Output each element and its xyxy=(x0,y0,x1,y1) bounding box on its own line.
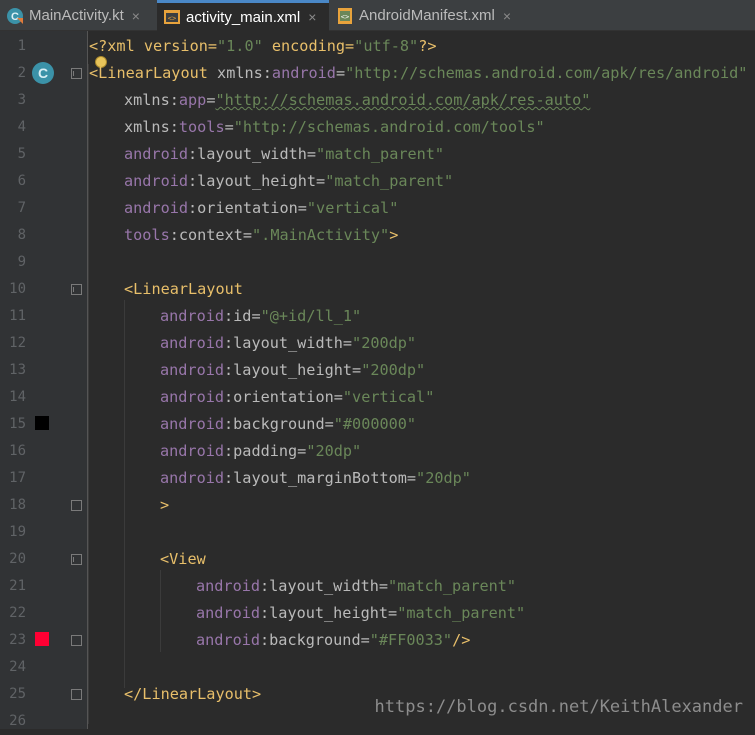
svg-text:<>: <> xyxy=(341,13,349,21)
code-line-4: xmlns:tools="http://schemas.android.com/… xyxy=(124,118,545,136)
line-number: 25 xyxy=(9,686,26,702)
tab-label: activity_main.xml xyxy=(186,8,301,26)
line-number: 16 xyxy=(9,443,26,459)
line-number: 14 xyxy=(9,389,26,405)
close-icon[interactable]: × xyxy=(308,9,316,25)
line-number: 24 xyxy=(9,659,26,675)
line-number: 11 xyxy=(9,308,26,324)
close-icon[interactable]: × xyxy=(503,8,511,24)
line-number: 7 xyxy=(17,200,26,216)
manifest-icon: <> xyxy=(336,7,354,25)
code-line-21: android:layout_width="match_parent" xyxy=(196,577,517,595)
watermark-text: https://blog.csdn.net/KeithAlexander xyxy=(374,697,743,717)
close-icon[interactable]: × xyxy=(132,8,140,24)
fold-toggle-icon[interactable] xyxy=(71,68,82,79)
line-number: 5 xyxy=(17,146,26,162)
indent-guide xyxy=(160,570,161,652)
editor-tab-bar: C MainActivity.kt × <> activity_main.xml… xyxy=(0,0,755,31)
indent-guide xyxy=(124,300,125,688)
fold-toggle-icon[interactable] xyxy=(71,284,82,295)
code-line-14: android:orientation="vertical" xyxy=(160,388,435,406)
layout-xml-icon: <> xyxy=(163,8,181,26)
indent-guide xyxy=(88,64,89,724)
color-swatch-red[interactable] xyxy=(35,632,49,646)
editor-gutter: 1 2 3 4 5 6 7 8 9 10 11 12 13 14 15 16 1… xyxy=(0,31,88,729)
line-number: 10 xyxy=(9,281,26,297)
code-line-13: android:layout_height="200dp" xyxy=(160,361,426,379)
code-line-17: android:layout_marginBottom="20dp" xyxy=(160,469,471,487)
code-line-16: android:padding="20dp" xyxy=(160,442,362,460)
line-number: 22 xyxy=(9,605,26,621)
fold-end-icon[interactable] xyxy=(71,689,82,700)
code-line-25: </LinearLayout> xyxy=(124,685,262,703)
code-line-20: <View xyxy=(160,550,206,568)
code-line-8: tools:context=".MainActivity"> xyxy=(124,226,399,244)
svg-text:<>: <> xyxy=(168,15,176,23)
line-number: 9 xyxy=(17,254,26,270)
line-number: 19 xyxy=(9,524,26,540)
code-line-18: > xyxy=(160,496,170,514)
code-line-3: xmlns:app="http://schemas.android.com/ap… xyxy=(124,91,591,109)
tab-mainactivity-kt[interactable]: C MainActivity.kt × xyxy=(0,0,156,31)
fold-toggle-icon[interactable] xyxy=(71,554,82,565)
line-number: 6 xyxy=(17,173,26,189)
line-number: 4 xyxy=(17,119,26,135)
line-number: 20 xyxy=(9,551,26,567)
line-number: 17 xyxy=(9,470,26,486)
kotlin-class-icon: C xyxy=(6,7,24,25)
code-line-2: <LinearLayout xmlns:android="http://sche… xyxy=(89,64,748,82)
color-swatch-black[interactable] xyxy=(35,416,49,430)
line-number: 18 xyxy=(9,497,26,513)
line-number: 12 xyxy=(9,335,26,351)
tab-androidmanifest-xml[interactable]: <> AndroidManifest.xml × xyxy=(330,0,530,31)
code-line-23: android:background="#FF0033"/> xyxy=(196,631,471,649)
line-number: 3 xyxy=(17,92,26,108)
code-line-6: android:layout_height="match_parent" xyxy=(124,172,454,190)
code-line-12: android:layout_width="200dp" xyxy=(160,334,417,352)
line-number: 2 xyxy=(17,65,26,81)
line-number: 1 xyxy=(17,38,26,54)
tab-label: MainActivity.kt xyxy=(29,7,124,24)
fold-end-icon[interactable] xyxy=(71,500,82,511)
code-line-10: <LinearLayout xyxy=(124,280,243,298)
class-gutter-icon[interactable]: C xyxy=(32,62,54,84)
code-line-5: android:layout_width="match_parent" xyxy=(124,145,445,163)
tab-activity-main-xml[interactable]: <> activity_main.xml × xyxy=(157,0,329,31)
code-line-7: android:orientation="vertical" xyxy=(124,199,399,217)
svg-text:C: C xyxy=(11,11,19,23)
line-number: 8 xyxy=(17,227,26,243)
tab-label: AndroidManifest.xml xyxy=(359,7,495,24)
line-number: 21 xyxy=(9,578,26,594)
line-number: 23 xyxy=(9,632,26,648)
code-line-22: android:layout_height="match_parent" xyxy=(196,604,526,622)
line-number: 26 xyxy=(9,713,26,729)
line-number: 15 xyxy=(9,416,26,432)
line-number: 13 xyxy=(9,362,26,378)
code-line-11: android:id="@+id/ll_1" xyxy=(160,307,362,325)
fold-end-icon[interactable] xyxy=(71,635,82,646)
code-line-15: android:background="#000000" xyxy=(160,415,417,433)
code-line-1: <?xml version="1.0" encoding="utf-8"?> xyxy=(89,37,437,55)
